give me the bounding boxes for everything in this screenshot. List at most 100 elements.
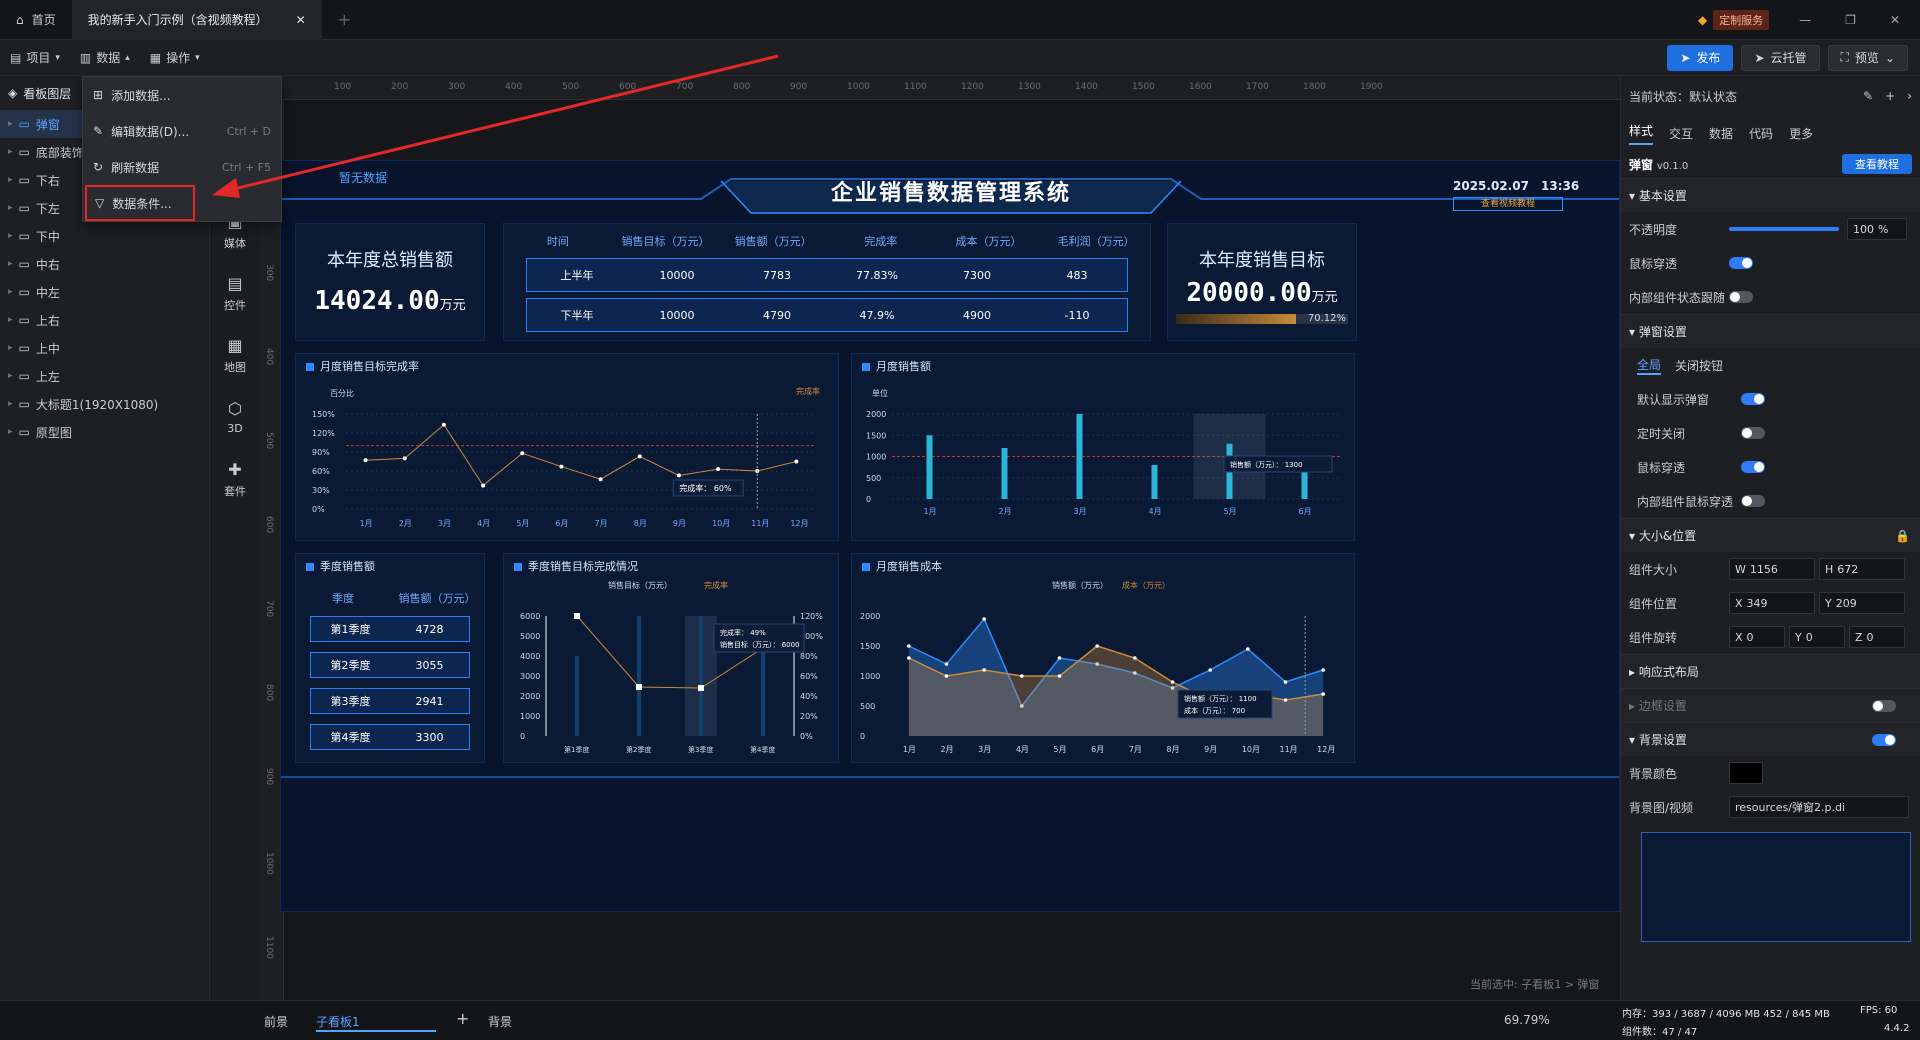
data-point (441, 422, 446, 427)
layer-item[interactable]: ▸ ▭ 中右 (0, 250, 209, 278)
publish-button[interactable]: ➤ 发布 (1667, 44, 1734, 71)
y-input[interactable]: Y 209 (1819, 592, 1905, 614)
project-tab[interactable]: 我的新手入门示例（含视频教程） ✕ (71, 0, 322, 40)
tool-icon: ▦ (227, 335, 243, 355)
inner-state-toggle[interactable] (1729, 291, 1753, 303)
menu-project[interactable]: ▤ 项目 ▾ (0, 40, 70, 76)
chevron-right-icon[interactable]: ▸ (8, 315, 13, 325)
edit-icon[interactable]: ✎ (1863, 89, 1873, 103)
tab-close-button[interactable]: 关闭按钮 (1675, 357, 1723, 374)
tool-label: 控件 (224, 298, 246, 312)
video-tutorial-button[interactable]: 查看视频教程 (1453, 197, 1563, 211)
property-tab[interactable]: 更多 (1789, 125, 1813, 142)
child-board-tab[interactable]: 子看板1 (316, 1013, 436, 1032)
preview-button[interactable]: ⛶ 预览 ⌄ (1827, 44, 1908, 71)
popup-settings-section[interactable]: ▾ 弹窗设置 (1621, 314, 1920, 348)
back-label[interactable]: 背景 (488, 1013, 512, 1030)
basic-settings-section[interactable]: ▾ 基本设置 (1621, 178, 1920, 212)
data-point (363, 458, 368, 463)
tool-4[interactable]: ✚ 套件 (210, 448, 260, 510)
chevron-right-icon[interactable]: ▸ (8, 427, 13, 437)
bg-color-picker[interactable] (1729, 762, 1763, 784)
maximize-icon[interactable]: ❐ (1845, 13, 1856, 27)
mouse-through-toggle[interactable] (1729, 257, 1753, 269)
unit-label: 万元 (1311, 290, 1338, 305)
rz-input[interactable]: Z 0 (1849, 626, 1905, 648)
cloud-button[interactable]: ➤ 云托管 (1741, 44, 1820, 71)
default-show-toggle[interactable] (1741, 393, 1765, 405)
opacity-slider[interactable] (1729, 227, 1839, 231)
inner-mouse-toggle[interactable] (1741, 495, 1765, 507)
plus-icon[interactable]: + (1885, 89, 1895, 103)
rx-input[interactable]: X 0 (1729, 626, 1785, 648)
chevron-right-icon[interactable]: ▸ (8, 399, 13, 409)
layer-icon: ▭ (18, 145, 30, 159)
custom-service-button[interactable]: ◆ 定制服务 (1698, 9, 1770, 30)
dashboard-screen[interactable]: 暂无数据 企业销售数据管理系统 2025.02.07 13:36 查看视频教程 … (280, 160, 1620, 912)
tutorial-button[interactable]: 查看教程 (1842, 154, 1912, 174)
property-tab[interactable]: 交互 (1669, 125, 1693, 142)
property-tabs: 样式 交互 数据 代码 更多 (1621, 116, 1920, 150)
data-point (1321, 668, 1325, 672)
home-tab[interactable]: ⌂ 首页 (0, 0, 72, 40)
bg-image-select[interactable]: resources/弹窗2.p.di (1729, 796, 1909, 818)
layer-item[interactable]: ▸ ▭ 原型图 (0, 418, 209, 446)
window-close-icon[interactable]: ✕ (1890, 13, 1900, 27)
x-tick: 1月 (924, 507, 937, 516)
layer-item[interactable]: ▸ ▭ 中左 (0, 278, 209, 306)
tool-2[interactable]: ▦ 地图 (210, 324, 260, 386)
data-point (1283, 698, 1288, 702)
x-tick: 1月 (903, 745, 916, 754)
opacity-input[interactable]: 100% (1847, 218, 1907, 240)
chevron-right-icon[interactable]: ▸ (8, 203, 13, 213)
chevron-right-icon[interactable]: › (1907, 89, 1912, 103)
custom-service-label: 定制服务 (1713, 9, 1770, 30)
chevron-right-icon[interactable]: ▸ (8, 371, 13, 381)
chevron-down-icon: ▾ (55, 52, 60, 63)
lock-icon[interactable]: 🔒 (1895, 529, 1910, 543)
layer-item[interactable]: ▸ ▭ 下中 (0, 222, 209, 250)
plus-icon[interactable]: + (456, 1009, 469, 1028)
tab-global[interactable]: 全局 (1637, 356, 1662, 375)
y-tick: 30% (312, 486, 330, 495)
quarter-rows: 第1季度 4728 第2季度 3055 第3季度 2941 第4季度 3300 (296, 616, 484, 750)
close-icon[interactable]: ✕ (296, 13, 306, 27)
new-tab-button[interactable]: + (322, 0, 367, 40)
menu-data[interactable]: ▥ 数据 ▴ (70, 40, 140, 76)
layer-item[interactable]: ▸ ▭ 上中 (0, 334, 209, 362)
chevron-right-icon[interactable]: ▸ (8, 147, 13, 157)
size-position-section[interactable]: ▾ 大小&位置 🔒 (1621, 518, 1920, 552)
responsive-section[interactable]: ▸ 响应式布局 (1621, 654, 1920, 688)
x-input[interactable]: X 349 (1729, 592, 1815, 614)
property-tab[interactable]: 数据 (1709, 125, 1733, 142)
height-input[interactable]: H 672 (1819, 558, 1905, 580)
chevron-right-icon[interactable]: ▸ (8, 259, 13, 269)
timed-close-toggle[interactable] (1741, 427, 1765, 439)
ry-input[interactable]: Y 0 (1789, 626, 1845, 648)
bg-file-value: resources/弹窗2.p.di (1735, 801, 1846, 814)
chevron-right-icon[interactable]: ▸ (8, 231, 13, 241)
border-section[interactable]: ▸ 边框设置 (1621, 688, 1920, 722)
background-toggle[interactable] (1872, 733, 1896, 746)
tool-3[interactable]: ⬡ 3D (210, 386, 260, 448)
chevron-right-icon[interactable]: ▸ (8, 287, 13, 297)
chevron-right-icon[interactable]: ▸ (8, 175, 13, 185)
minimize-icon[interactable]: — (1799, 13, 1811, 27)
tool-1[interactable]: ▤ 控件 (210, 262, 260, 324)
property-tab[interactable]: 样式 (1629, 122, 1654, 145)
menu-data-condition[interactable]: ▽ 数据条件... (85, 185, 195, 221)
layer-item[interactable]: ▸ ▭ 上右 (0, 306, 209, 334)
border-toggle[interactable] (1872, 699, 1896, 712)
zoom-level[interactable]: 69.79% (1504, 1013, 1550, 1027)
front-label[interactable]: 前景 (264, 1013, 288, 1030)
mouse-through2-toggle[interactable] (1741, 461, 1765, 473)
width-input[interactable]: W 1156 (1729, 558, 1815, 580)
chart-quarter-target: 季度销售目标完成情况 销售目标（万元） 完成率 0 0% 1000 20% 2000 40% 3… (503, 553, 839, 763)
chevron-right-icon[interactable]: ▸ (8, 119, 13, 129)
layer-item[interactable]: ▸ ▭ 大标题1(1920X1080) (0, 390, 209, 418)
chevron-right-icon[interactable]: ▸ (8, 343, 13, 353)
target-progress-fill (1176, 314, 1297, 324)
background-section[interactable]: ▾ 背景设置 (1621, 722, 1920, 756)
property-tab[interactable]: 代码 (1749, 125, 1773, 142)
layer-item[interactable]: ▸ ▭ 上左 (0, 362, 209, 390)
